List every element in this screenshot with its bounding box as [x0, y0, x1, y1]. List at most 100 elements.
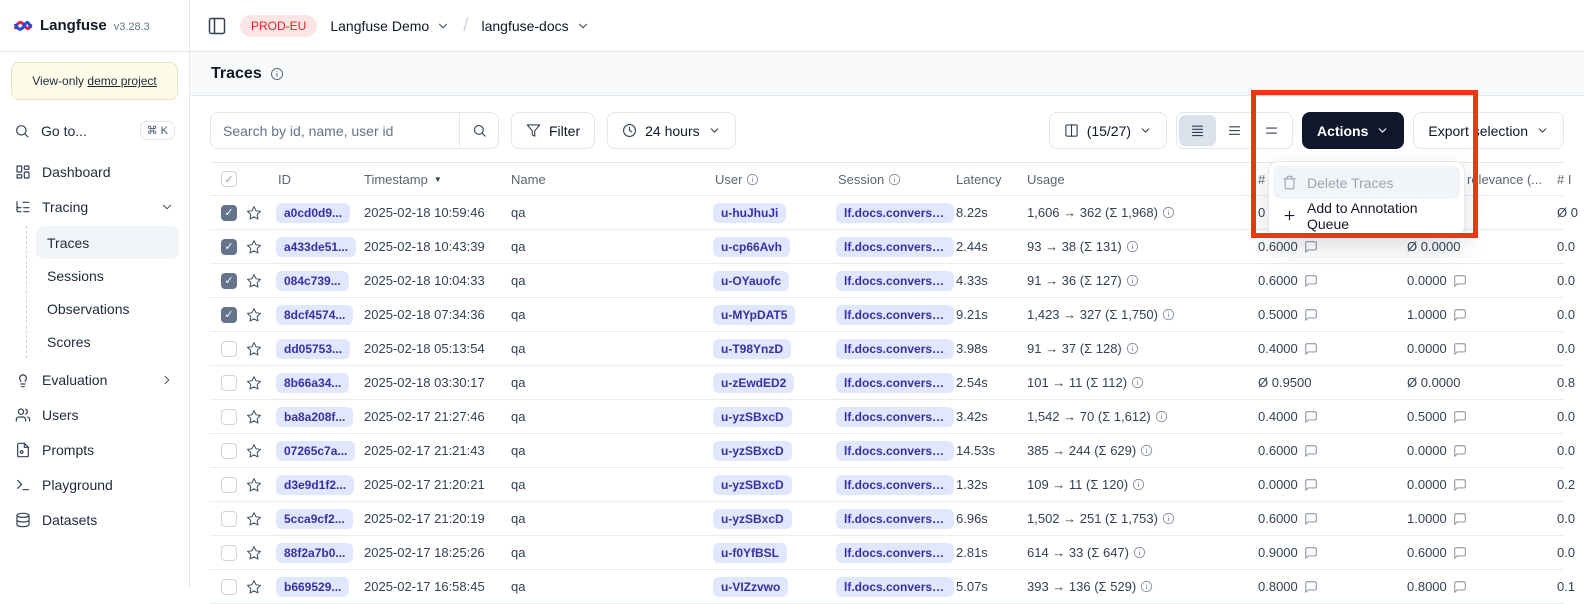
- column-header-name[interactable]: Name: [509, 172, 713, 187]
- column-header-usage[interactable]: Usage: [1025, 172, 1250, 187]
- trace-id-badge[interactable]: a0cd0d9...: [276, 203, 350, 223]
- info-icon[interactable]: [1162, 308, 1175, 321]
- sidebar-toggle-button[interactable]: [207, 16, 227, 36]
- comment-icon[interactable]: [1453, 274, 1467, 288]
- user-badge[interactable]: u-yzSBxcD: [713, 441, 792, 461]
- session-badge[interactable]: lf.docs.conversation...: [836, 509, 954, 529]
- session-badge[interactable]: lf.docs.conversation...: [836, 373, 954, 393]
- table-row[interactable]: 084c739... 2025-02-18 10:04:33 qa u-OYau…: [210, 264, 1564, 298]
- session-badge[interactable]: lf.docs.conversation....: [836, 305, 954, 325]
- row-height-medium-button[interactable]: [1216, 115, 1253, 146]
- row-checkbox[interactable]: [221, 477, 237, 493]
- user-badge[interactable]: u-OYauofc: [713, 271, 789, 291]
- select-all-checkbox[interactable]: [221, 171, 237, 187]
- comment-icon[interactable]: [1453, 410, 1467, 424]
- session-badge[interactable]: lf.docs.conversation....: [836, 339, 954, 359]
- actions-button[interactable]: Actions: [1302, 112, 1404, 149]
- menu-item-add-to-annotation-queue[interactable]: Add to Annotation Queue: [1273, 199, 1460, 232]
- column-header-last[interactable]: # I: [1549, 172, 1584, 187]
- table-row[interactable]: d3e9d1f2... 2025-02-17 21:20:21 qa u-yzS…: [210, 468, 1564, 502]
- bookmark-star-button[interactable]: [246, 545, 276, 561]
- table-row[interactable]: 5cca9cf2... 2025-02-17 21:20:19 qa u-yzS…: [210, 502, 1564, 536]
- column-header-latency[interactable]: Latency: [954, 172, 1025, 187]
- bookmark-star-button[interactable]: [246, 477, 276, 493]
- trace-id-badge[interactable]: dd05753...: [276, 339, 350, 359]
- demo-project-link[interactable]: demo project: [87, 74, 156, 88]
- session-badge[interactable]: lf.docs.conversation...: [836, 271, 954, 291]
- column-header-id[interactable]: ID: [276, 172, 362, 187]
- session-badge[interactable]: lf.docs.conversation...: [836, 543, 954, 563]
- row-checkbox[interactable]: [221, 409, 237, 425]
- bookmark-star-button[interactable]: [246, 341, 276, 357]
- info-icon[interactable]: [1162, 206, 1175, 219]
- menu-item-delete-traces[interactable]: Delete Traces: [1273, 166, 1460, 199]
- session-badge[interactable]: lf.docs.conversation...: [836, 237, 954, 257]
- user-badge[interactable]: u-yzSBxcD: [713, 475, 792, 495]
- comment-icon[interactable]: [1304, 308, 1318, 322]
- row-checkbox[interactable]: [221, 205, 237, 221]
- comment-icon[interactable]: [1453, 444, 1467, 458]
- bookmark-star-button[interactable]: [246, 511, 276, 527]
- column-header-user[interactable]: User: [713, 172, 836, 187]
- sidebar-item-evaluation[interactable]: Evaluation: [10, 362, 179, 397]
- info-icon[interactable]: [1126, 240, 1139, 253]
- bookmark-star-button[interactable]: [246, 273, 276, 289]
- row-checkbox[interactable]: [221, 511, 237, 527]
- bookmark-star-button[interactable]: [246, 409, 276, 425]
- sidebar-item-sessions[interactable]: Sessions: [36, 259, 179, 292]
- search-input[interactable]: [211, 113, 459, 148]
- row-height-small-button[interactable]: [1179, 115, 1216, 146]
- comment-icon[interactable]: [1453, 546, 1467, 560]
- user-badge[interactable]: u-T98YnzD: [713, 339, 791, 359]
- comment-icon[interactable]: [1304, 274, 1318, 288]
- trace-id-badge[interactable]: a433de51...: [276, 237, 356, 257]
- info-icon[interactable]: [270, 67, 284, 81]
- trace-id-badge[interactable]: d3e9d1f2...: [276, 475, 354, 495]
- bookmark-star-button[interactable]: [246, 239, 276, 255]
- user-badge[interactable]: u-yzSBxcD: [713, 509, 792, 529]
- table-row[interactable]: 8dcf4574... 2025-02-18 07:34:36 qa u-MYp…: [210, 298, 1564, 332]
- filter-button[interactable]: Filter: [511, 112, 595, 149]
- comment-icon[interactable]: [1304, 342, 1318, 356]
- info-icon[interactable]: [1131, 376, 1144, 389]
- project-breadcrumb[interactable]: langfuse-docs: [481, 18, 589, 34]
- sidebar-item-dashboard[interactable]: Dashboard: [10, 154, 179, 189]
- column-header-session[interactable]: Session: [836, 172, 954, 187]
- table-row[interactable]: 8b66a34... 2025-02-18 03:30:17 qa u-zEwd…: [210, 366, 1564, 400]
- trace-id-badge[interactable]: 8dcf4574...: [276, 305, 353, 325]
- info-icon[interactable]: [1162, 512, 1175, 525]
- bookmark-star-button[interactable]: [246, 443, 276, 459]
- info-icon[interactable]: [1126, 274, 1139, 287]
- info-icon[interactable]: [1126, 342, 1139, 355]
- sidebar-item-scores[interactable]: Scores: [36, 325, 179, 358]
- session-badge[interactable]: lf.docs.conversation...: [836, 203, 954, 223]
- user-badge[interactable]: u-f0YfBSL: [713, 543, 787, 563]
- search-submit-button[interactable]: [459, 113, 498, 148]
- user-badge[interactable]: u-cp66Avh: [713, 237, 790, 257]
- row-height-large-button[interactable]: [1253, 115, 1290, 146]
- comment-icon[interactable]: [1304, 478, 1318, 492]
- sidebar-item-prompts[interactable]: Prompts: [10, 432, 179, 467]
- trace-id-badge[interactable]: 5cca9cf2...: [276, 509, 353, 529]
- table-row[interactable]: b669529... 2025-02-17 16:58:45 qa u-VIZz…: [210, 570, 1564, 604]
- user-badge[interactable]: u-huJhuJi: [713, 203, 786, 223]
- column-visibility-button[interactable]: (15/27): [1049, 112, 1167, 149]
- trace-id-badge[interactable]: 8b66a34...: [276, 373, 349, 393]
- comment-icon[interactable]: [1304, 546, 1318, 560]
- comment-icon[interactable]: [1304, 444, 1318, 458]
- comment-icon[interactable]: [1304, 512, 1318, 526]
- sidebar-item-observations[interactable]: Observations: [36, 292, 179, 325]
- trace-id-badge[interactable]: 084c739...: [276, 271, 349, 291]
- comment-icon[interactable]: [1453, 478, 1467, 492]
- row-checkbox[interactable]: [221, 307, 237, 323]
- table-row[interactable]: ba8a208f... 2025-02-17 21:27:46 qa u-yzS…: [210, 400, 1564, 434]
- sidebar-item-tracing[interactable]: Tracing: [10, 189, 179, 224]
- table-row[interactable]: 07265c7a... 2025-02-17 21:21:43 qa u-yzS…: [210, 434, 1564, 468]
- org-breadcrumb[interactable]: Langfuse Demo: [330, 18, 450, 34]
- comment-icon[interactable]: [1453, 308, 1467, 322]
- table-row[interactable]: dd05753... 2025-02-18 05:13:54 qa u-T98Y…: [210, 332, 1564, 366]
- time-range-button[interactable]: 24 hours: [607, 112, 735, 149]
- sidebar-item-datasets[interactable]: Datasets: [10, 502, 179, 537]
- bookmark-star-button[interactable]: [246, 375, 276, 391]
- comment-icon[interactable]: [1304, 410, 1318, 424]
